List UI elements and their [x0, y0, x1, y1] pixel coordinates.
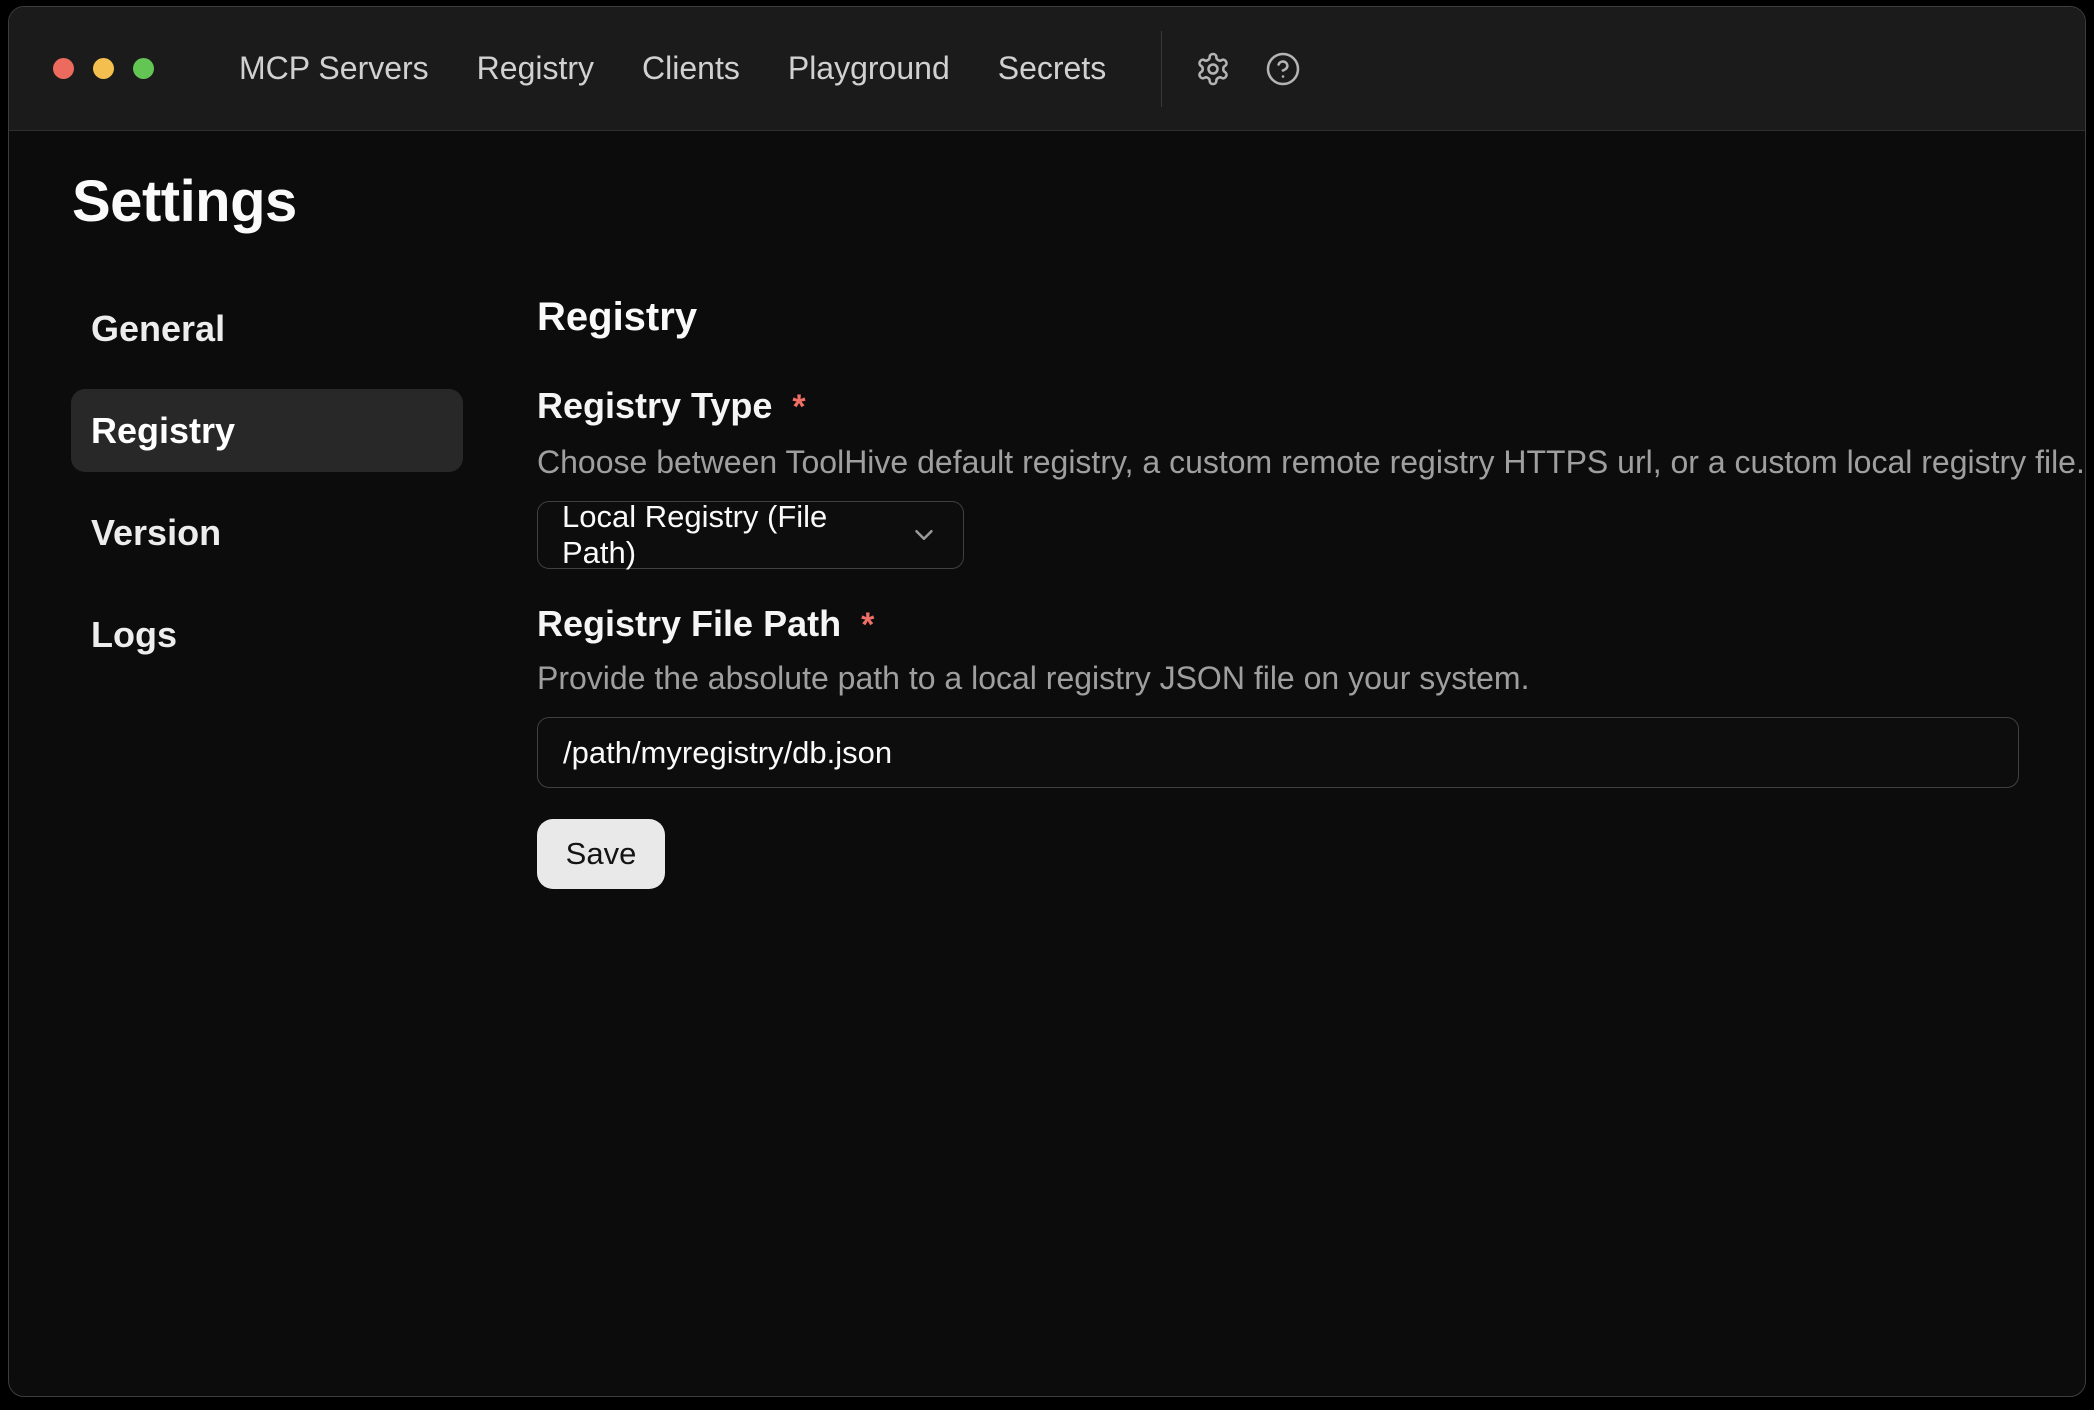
nav-item-secrets[interactable]: Secrets [998, 50, 1106, 87]
registry-file-path-description: Provide the absolute path to a local reg… [537, 660, 1529, 697]
nav-item-playground[interactable]: Playground [788, 50, 950, 87]
sidebar-item-logs[interactable]: Logs [71, 593, 463, 676]
nav-item-registry[interactable]: Registry [477, 50, 594, 87]
sidebar-item-version[interactable]: Version [71, 491, 463, 574]
settings-gear-icon[interactable] [1194, 50, 1232, 88]
traffic-lights [53, 58, 154, 79]
sidebar-item-registry[interactable]: Registry [71, 389, 463, 472]
registry-file-path-label-row: Registry File Path * [537, 603, 874, 645]
required-marker: * [861, 606, 874, 645]
minimize-button[interactable] [93, 58, 114, 79]
registry-type-selected-value: Local Registry (File Path) [562, 499, 909, 571]
registry-type-label-row: Registry Type * [537, 385, 806, 427]
registry-file-path-label: Registry File Path [537, 603, 841, 645]
section-heading: Registry [537, 295, 697, 340]
settings-sidebar: General Registry Version Logs [71, 287, 463, 695]
title-bar: MCP Servers Registry Clients Playground … [9, 7, 2085, 131]
main-nav: MCP Servers Registry Clients Playground … [239, 50, 1106, 87]
chevron-down-icon [909, 520, 939, 550]
zoom-button[interactable] [133, 58, 154, 79]
close-button[interactable] [53, 58, 74, 79]
help-icon[interactable] [1264, 50, 1302, 88]
registry-type-select[interactable]: Local Registry (File Path) [537, 501, 964, 569]
registry-type-description: Choose between ToolHive default registry… [537, 444, 2085, 481]
nav-item-clients[interactable]: Clients [642, 50, 740, 87]
app-window: MCP Servers Registry Clients Playground … [8, 6, 2086, 1397]
page-title: Settings [72, 167, 297, 237]
save-button[interactable]: Save [537, 819, 665, 889]
nav-item-mcp-servers[interactable]: MCP Servers [239, 50, 429, 87]
registry-file-path-input[interactable] [537, 717, 2019, 788]
registry-type-label: Registry Type [537, 385, 772, 427]
topbar-divider [1161, 31, 1162, 107]
sidebar-item-general[interactable]: General [71, 287, 463, 370]
required-marker: * [792, 388, 805, 427]
